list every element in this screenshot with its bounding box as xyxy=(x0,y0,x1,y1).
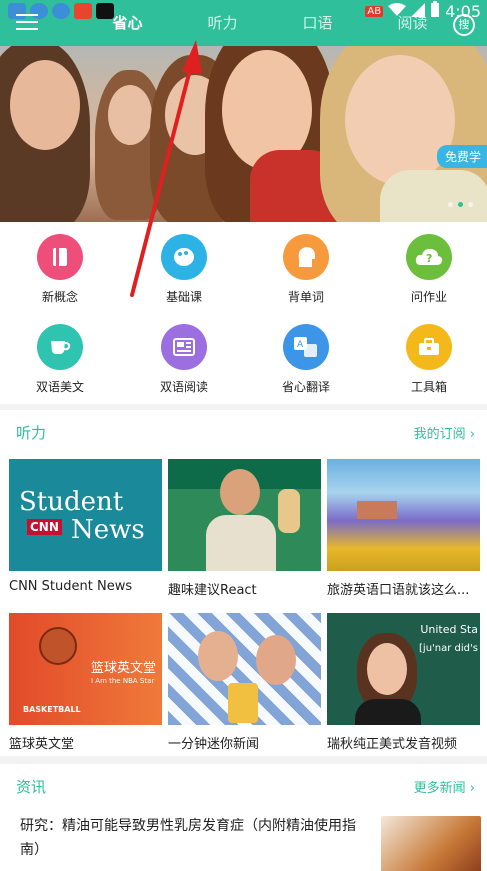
feature-jichuke[interactable]: 基础课 xyxy=(134,234,234,305)
head-icon xyxy=(283,234,329,280)
news-header: 资讯 更多新闻 › xyxy=(0,764,487,808)
card-title: 趣味建议React xyxy=(168,583,257,598)
feature-gongjuxiang[interactable]: 工具箱 xyxy=(379,324,479,395)
listening-card[interactable]: 一分钟迷你新闻 xyxy=(168,613,321,752)
feature-label: 双语美文 xyxy=(35,380,84,394)
card-title: 篮球英文堂 xyxy=(9,737,75,752)
free-tag[interactable]: 免费学 xyxy=(436,145,487,168)
banner-shirt xyxy=(380,170,487,222)
feature-label: 基础课 xyxy=(165,290,202,304)
section-title: 资讯 xyxy=(16,778,47,796)
feature-label: 背单词 xyxy=(287,290,324,304)
carousel-dots xyxy=(448,202,473,207)
card-title: 瑞秋纯正美式发音视频 xyxy=(327,737,458,752)
thumb-subtext: [ju'nar did's xyxy=(419,643,478,654)
app-screen: 免费学 AB 4:05 省心 听力 口语 阅读 搜 新概念 基础课 背单词 ? … xyxy=(0,0,487,871)
cnn-logo: CNN xyxy=(27,519,62,535)
thumb-text: United Sta xyxy=(420,623,478,636)
listening-card[interactable]: United Sta [ju'nar did's 瑞秋纯正美式发音视频 xyxy=(327,613,480,752)
listening-header: 听力 我的订阅 › xyxy=(0,410,487,454)
listening-card[interactable]: 篮球英文堂 I Am the NBA Star BASKETBALL 篮球英文堂 xyxy=(9,613,162,752)
beer-glass xyxy=(228,683,258,723)
card-title: CNN Student News xyxy=(9,579,133,594)
banner-face xyxy=(108,85,152,145)
my-subscriptions-link[interactable]: 我的订阅 › xyxy=(414,423,475,442)
top-bar: AB 4:05 省心 听力 口语 阅读 搜 xyxy=(0,0,487,46)
top-tabs: 省心 听力 口语 阅读 xyxy=(80,12,460,33)
svg-text:?: ? xyxy=(426,252,432,265)
basketball-icon xyxy=(39,627,77,665)
carousel-dot-active xyxy=(458,202,463,207)
thumb-text: Student xyxy=(19,487,124,517)
thumb-tag: BASKETBALL xyxy=(23,705,81,714)
carousel-dot xyxy=(468,202,473,207)
toolbox-icon xyxy=(406,324,452,370)
card-thumbnail xyxy=(168,613,321,725)
house-shape xyxy=(357,501,397,519)
listening-card[interactable]: 旅游英语口语就该这么... xyxy=(327,459,480,598)
person-face xyxy=(256,635,296,685)
rachel-face xyxy=(367,643,407,695)
tab-tingli[interactable]: 听力 xyxy=(175,12,270,33)
phone-prop xyxy=(278,489,300,533)
feature-label: 问作业 xyxy=(410,290,447,304)
banner-face xyxy=(345,55,455,185)
feature-shuangyumeiwen[interactable]: 双语美文 xyxy=(10,324,110,395)
more-news-link[interactable]: 更多新闻 › xyxy=(414,777,475,796)
card-thumbnail: United Sta [ju'nar did's xyxy=(327,613,480,725)
feature-label: 省心翻译 xyxy=(281,380,330,394)
card-thumbnail xyxy=(168,459,321,571)
book-icon xyxy=(37,234,83,280)
search-icon[interactable]: 搜 xyxy=(453,14,475,36)
carousel-dot xyxy=(448,202,453,207)
thumb-text: News xyxy=(71,515,145,545)
translate-icon: A xyxy=(283,324,329,370)
feature-label: 新概念 xyxy=(41,290,78,304)
listening-card[interactable]: 趣味建议React xyxy=(168,459,321,598)
tab-yuedu[interactable]: 阅读 xyxy=(365,12,460,33)
newspaper-icon xyxy=(161,324,207,370)
card-title: 一分钟迷你新闻 xyxy=(168,737,260,752)
feature-beidanci[interactable]: 背单词 xyxy=(256,234,356,305)
listening-section: 听力 我的订阅 › Student CNN News CNN Student N… xyxy=(0,410,487,756)
feature-label: 工具箱 xyxy=(410,380,447,394)
card-title: 旅游英语口语就该这么... xyxy=(327,583,470,598)
feature-wenzuoye[interactable]: ? 问作业 xyxy=(379,234,479,305)
card-thumbnail: 篮球英文堂 I Am the NBA Star BASKETBALL xyxy=(9,613,162,725)
card-thumbnail xyxy=(327,459,480,571)
feature-shuangyuyuedu[interactable]: 双语阅读 xyxy=(134,324,234,395)
thumb-text: 篮球英文堂 xyxy=(91,661,157,676)
feature-grid: 新概念 基础课 背单词 ? 问作业 双语美文 双语阅读 A 省心翻译 工具箱 xyxy=(0,222,487,404)
tab-kouyu[interactable]: 口语 xyxy=(270,12,365,33)
app-notification-icon xyxy=(52,3,70,19)
svg-text:A: A xyxy=(297,340,304,350)
listening-card[interactable]: Student CNN News CNN Student News xyxy=(9,459,162,594)
person-face xyxy=(198,631,238,681)
news-thumbnail[interactable] xyxy=(381,816,481,871)
palette-icon xyxy=(161,234,207,280)
tab-shengxin[interactable]: 省心 xyxy=(80,12,175,33)
feature-shengxinfanyi[interactable]: A 省心翻译 xyxy=(256,324,356,395)
thumb-subtext: I Am the NBA Star xyxy=(91,677,155,685)
feature-xingainian[interactable]: 新概念 xyxy=(10,234,110,305)
cloud-question-icon: ? xyxy=(406,234,452,280)
banner-face xyxy=(10,60,80,150)
section-title: 听力 xyxy=(16,424,47,442)
cup-icon xyxy=(37,324,83,370)
news-item-title[interactable]: 研究：精油可能导致男性乳房发育症（内附精油使用指南） xyxy=(20,814,360,862)
menu-icon[interactable] xyxy=(16,14,38,32)
card-thumbnail: Student CNN News xyxy=(9,459,162,571)
news-section: 资讯 更多新闻 › 研究：精油可能导致男性乳房发育症（内附精油使用指南） xyxy=(0,764,487,871)
boy-face xyxy=(220,469,260,515)
feature-label: 双语阅读 xyxy=(159,380,208,394)
